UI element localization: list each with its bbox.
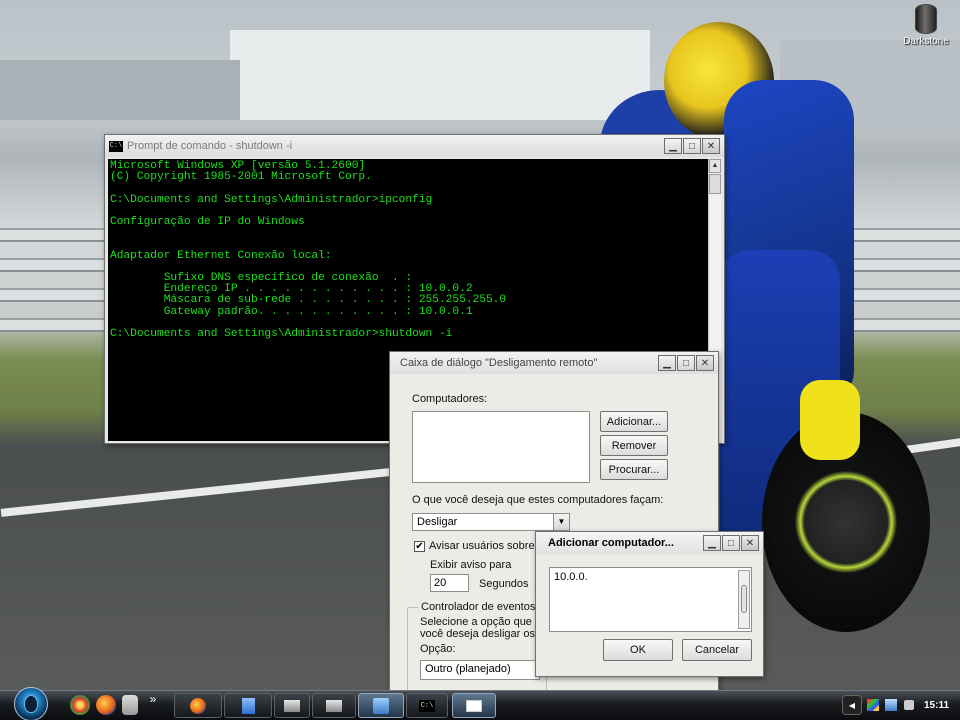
cmd-icon: C:\ bbox=[419, 699, 435, 712]
maximize-button[interactable]: □ bbox=[677, 355, 695, 371]
desktop-icon-darkstone[interactable]: Darkstone bbox=[896, 2, 956, 47]
firefox-icon bbox=[190, 697, 206, 714]
taskbar-item-add-computer[interactable] bbox=[452, 693, 496, 718]
console-line: C:\Documents and Settings\Administrador>… bbox=[110, 193, 433, 206]
event-description-line1: Selecione a opção que m bbox=[420, 616, 545, 628]
input-scrollbar[interactable] bbox=[738, 570, 750, 629]
computers-list[interactable] bbox=[412, 411, 590, 483]
wallpaper-stand bbox=[0, 60, 240, 120]
close-button[interactable]: ✕ bbox=[696, 355, 714, 371]
console-line: Configuração de IP do Windows bbox=[110, 216, 305, 229]
document-icon[interactable] bbox=[122, 695, 138, 715]
folder-icon bbox=[326, 699, 342, 712]
console-line: Máscara de sub-rede . . . . . . . . : 25… bbox=[110, 294, 507, 307]
option-select-value: Outro (planejado) bbox=[425, 663, 511, 675]
minimize-button[interactable]: ▁ bbox=[664, 138, 682, 154]
console-line: Gateway padrão. . . . . . . . . . . : 10… bbox=[110, 305, 473, 318]
taskbar-item-explorer[interactable] bbox=[312, 693, 356, 718]
cmd-titlebar[interactable]: C:\ Prompt de comando - shutdown -i ▁ □ … bbox=[105, 135, 724, 157]
browse-button[interactable]: Procurar... bbox=[600, 459, 668, 480]
warn-users-checkbox[interactable]: ✔ bbox=[414, 541, 425, 552]
taskbar-item-firefox[interactable] bbox=[174, 693, 222, 718]
volume-icon bbox=[904, 700, 914, 710]
tray-network-icon[interactable] bbox=[884, 695, 898, 715]
event-description-line2: você deseja desligar os c bbox=[420, 628, 544, 640]
cancel-button[interactable]: Cancelar bbox=[682, 639, 752, 661]
seconds-label: Segundos bbox=[479, 578, 529, 590]
network-icon bbox=[885, 699, 897, 711]
maximize-button[interactable]: □ bbox=[683, 138, 701, 154]
warn-users-label: Avisar usuários sobre a bbox=[429, 540, 544, 552]
wallpaper-building bbox=[230, 30, 650, 120]
wallpaper-track-line bbox=[0, 467, 400, 517]
firefox-icon[interactable] bbox=[96, 695, 116, 715]
add-computer-button[interactable]: Adicionar... bbox=[600, 411, 668, 432]
folder-icon bbox=[284, 699, 300, 712]
action-select[interactable]: Desligar ▼ bbox=[412, 513, 570, 531]
tray-arrow-icon[interactable]: ◀ bbox=[842, 695, 862, 715]
ok-button[interactable]: OK bbox=[603, 639, 673, 661]
flag-icon bbox=[867, 699, 879, 711]
tray-flag-icon[interactable] bbox=[866, 695, 880, 715]
computer-name-input[interactable]: 10.0.0. bbox=[549, 567, 752, 632]
add-computer-dialog[interactable]: Adicionar computador... ▁ □ ✕ 10.0.0. OK… bbox=[535, 531, 764, 677]
computers-label: Computadores: bbox=[412, 393, 488, 405]
taskbar-item-remote-shutdown[interactable] bbox=[358, 693, 404, 718]
console-line: Adaptador Ethernet Conexão local: bbox=[110, 249, 332, 262]
maximize-button[interactable]: □ bbox=[722, 535, 740, 551]
remote-shutdown-title: Caixa de diálogo "Desligamento remoto" bbox=[400, 357, 598, 369]
start-button[interactable] bbox=[14, 687, 48, 720]
close-button[interactable]: ✕ bbox=[702, 138, 720, 154]
scroll-up-icon[interactable]: ▲ bbox=[709, 159, 721, 173]
darkstone-icon bbox=[915, 4, 937, 34]
console-text: Microsoft Windows XP [versão 5.1.2600] (C… bbox=[108, 159, 712, 342]
cmd-title: Prompt de comando - shutdown -i bbox=[127, 140, 293, 152]
computer-name-value: 10.0.0. bbox=[554, 571, 588, 583]
desktop-icon-label: Darkstone bbox=[903, 36, 949, 47]
console-line: C:\Documents and Settings\Administrador>… bbox=[110, 328, 453, 341]
close-button[interactable]: ✕ bbox=[741, 535, 759, 551]
seconds-input[interactable]: 20 bbox=[430, 574, 469, 592]
taskbar-item-folder[interactable] bbox=[274, 693, 310, 718]
add-computer-titlebar[interactable]: Adicionar computador... ▁ □ ✕ bbox=[536, 532, 763, 554]
cmd-icon[interactable]: C:\ bbox=[109, 140, 123, 152]
computer-icon bbox=[373, 697, 389, 714]
remove-computer-button[interactable]: Remover bbox=[600, 435, 668, 456]
minimize-button[interactable]: ▁ bbox=[703, 535, 721, 551]
action-select-value: Desligar bbox=[417, 516, 458, 528]
taskbar-item-document[interactable] bbox=[224, 693, 272, 718]
chevron-down-icon[interactable]: ▼ bbox=[553, 514, 569, 530]
wallpaper-rider-boot bbox=[800, 380, 860, 460]
chrome-icon[interactable] bbox=[70, 695, 90, 715]
taskbar-item-cmd[interactable]: C:\ bbox=[406, 693, 448, 718]
minimize-button[interactable]: ▁ bbox=[658, 355, 676, 371]
document-icon bbox=[241, 697, 255, 714]
scroll-thumb[interactable] bbox=[709, 174, 721, 194]
quicklaunch-overflow-icon[interactable]: » bbox=[146, 692, 160, 706]
scroll-thumb[interactable] bbox=[741, 585, 747, 613]
remote-shutdown-titlebar[interactable]: Caixa de diálogo "Desligamento remoto" ▁… bbox=[390, 352, 718, 374]
add-computer-title: Adicionar computador... bbox=[548, 537, 674, 549]
taskbar-clock[interactable]: 15:11 bbox=[924, 700, 949, 711]
console-line: (C) Copyright 1985-2001 Microsoft Corp. bbox=[110, 171, 372, 184]
action-label: O que você deseja que estes computadores… bbox=[412, 494, 664, 506]
option-select[interactable]: Outro (planejado) bbox=[420, 660, 540, 680]
option-label: Opção: bbox=[420, 643, 456, 655]
alien-logo-icon bbox=[24, 695, 38, 713]
window-icon bbox=[466, 699, 482, 712]
tray-volume-icon[interactable] bbox=[902, 695, 916, 715]
event-tracker-label: Controlador de eventos d bbox=[418, 601, 548, 613]
show-warning-label: Exibir aviso para bbox=[430, 559, 512, 571]
